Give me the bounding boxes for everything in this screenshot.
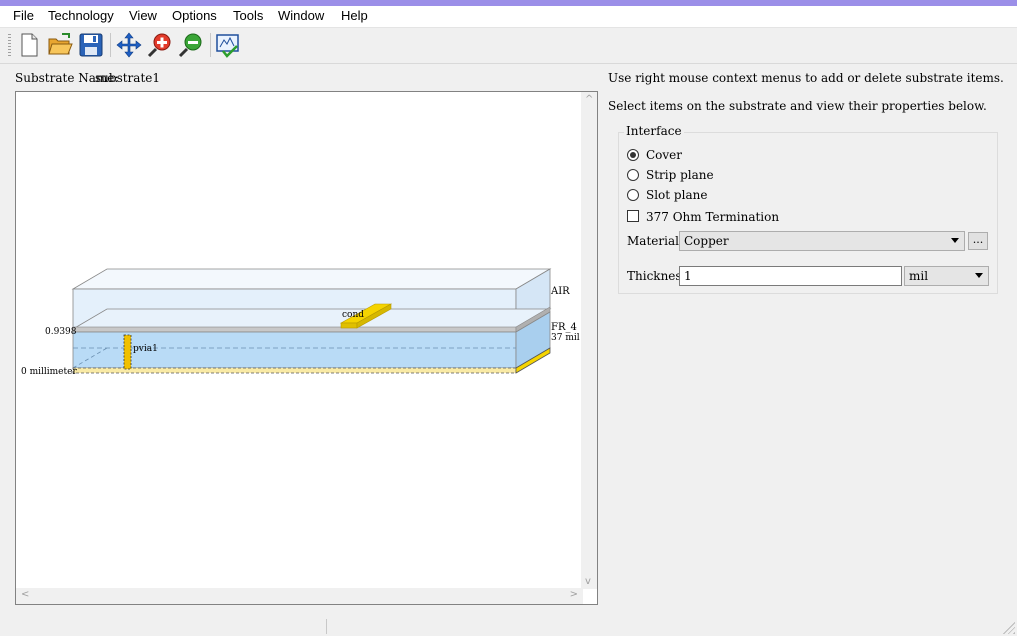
info-text-2: Select items on the substrate and view t… [608, 99, 987, 113]
conductor-label: cond [342, 310, 364, 320]
height-label-top: 0.9398 [45, 327, 77, 337]
via-pvia1[interactable] [123, 334, 132, 370]
resize-grip-icon[interactable] [1003, 622, 1015, 634]
material-browse-button[interactable]: ... [968, 232, 988, 250]
conductor-front[interactable] [340, 322, 358, 329]
height-label-bottom: 0 millimeter [21, 367, 77, 377]
material-label: Material [627, 234, 679, 248]
termination-checkbox[interactable] [627, 210, 639, 222]
layer-label-air: AIR [550, 286, 570, 297]
menu-window[interactable]: Window [278, 8, 324, 23]
radio-cover[interactable] [627, 149, 639, 161]
status-bar [0, 617, 1017, 636]
substrate-canvas[interactable]: AIR FR_4 37 mil 0.9398 0 millimeter cond… [15, 91, 598, 605]
scroll-down-icon[interactable]: v [585, 576, 591, 587]
termination-label[interactable]: 377 Ohm Termination [646, 210, 779, 224]
chevron-down-icon [951, 238, 959, 243]
scroll-left-icon[interactable]: < [21, 589, 29, 600]
new-file-icon[interactable] [16, 32, 42, 58]
menu-help[interactable]: Help [341, 8, 368, 23]
radio-strip-plane[interactable] [627, 169, 639, 181]
layer-label-fr4: FR_4 [551, 322, 577, 333]
zoom-out-icon[interactable] [178, 32, 204, 58]
save-disk-icon[interactable] [78, 32, 104, 58]
open-folder-icon[interactable] [47, 32, 73, 58]
radio-slot-plane-label[interactable]: Slot plane [646, 188, 707, 202]
cover-metal-front[interactable] [72, 326, 517, 333]
menu-technology[interactable]: Technology [48, 8, 114, 23]
material-dropdown-value: Copper [684, 234, 729, 248]
toolbar-separator [210, 33, 211, 57]
thickness-unit-dropdown[interactable]: mil [904, 266, 989, 286]
radio-cover-label[interactable]: Cover [646, 148, 682, 162]
menu-file[interactable]: File [13, 8, 34, 23]
air-top-face [71, 268, 552, 290]
chevron-down-icon [975, 273, 983, 278]
status-bar-separator [326, 619, 327, 634]
menu-view[interactable]: View [129, 8, 157, 23]
substrate-diagram[interactable]: AIR FR_4 37 mil 0.9398 0 millimeter cond… [16, 92, 583, 589]
radio-slot-plane[interactable] [627, 189, 639, 201]
menu-options[interactable]: Options [172, 8, 217, 23]
thickness-input[interactable]: 1 [679, 266, 902, 286]
pan-arrows-icon[interactable] [116, 32, 142, 58]
menu-bar: File Technology View Options Tools Windo… [0, 6, 1017, 27]
radio-strip-plane-label[interactable]: Strip plane [646, 168, 714, 182]
scroll-right-icon[interactable]: > [570, 589, 578, 600]
menu-tools[interactable]: Tools [233, 8, 263, 23]
toolbar-separator [110, 33, 111, 57]
check-layout-icon[interactable] [215, 32, 241, 58]
toolbar [0, 27, 1017, 64]
vertical-scrollbar[interactable]: ^ v [581, 92, 597, 589]
dielectric-top-face [71, 308, 552, 330]
ground-plane-front[interactable] [72, 367, 517, 374]
interface-group-title: Interface [624, 124, 684, 138]
thickness-unit-value: mil [909, 269, 929, 283]
toolbar-grip[interactable] [8, 34, 11, 56]
layer-thickness-fr4: 37 mil [551, 333, 580, 343]
horizontal-scrollbar[interactable]: < > [16, 588, 583, 604]
info-text-1: Use right mouse context menus to add or … [608, 71, 1004, 85]
zoom-in-icon[interactable] [147, 32, 173, 58]
via-label: pvia1 [133, 344, 158, 354]
material-dropdown[interactable]: Copper [679, 231, 965, 251]
scroll-up-icon[interactable]: ^ [585, 94, 593, 105]
substrate-name-value: substrate1 [95, 71, 160, 85]
